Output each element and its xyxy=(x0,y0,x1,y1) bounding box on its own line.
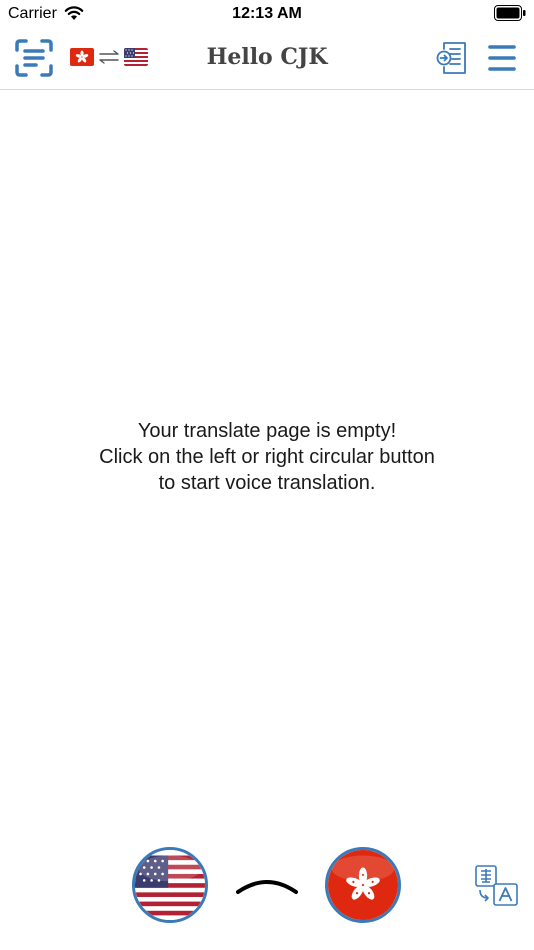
empty-state-line: to start voice translation. xyxy=(158,472,376,494)
character-translate-icon[interactable] xyxy=(474,864,520,908)
swap-arrows-icon xyxy=(99,50,119,64)
us-flag-icon xyxy=(124,48,148,66)
english-voice-button[interactable] xyxy=(132,847,208,923)
hamburger-menu-icon[interactable] xyxy=(487,42,517,74)
chevron-up-icon[interactable] xyxy=(236,874,298,896)
empty-state-message: Your translate page is empty! Click on t… xyxy=(0,418,534,496)
navigation-bar: Hello CJK xyxy=(0,30,534,90)
hong-kong-flag-icon xyxy=(328,850,398,920)
status-bar: Carrier 12:13 AM xyxy=(0,0,534,30)
battery-full-icon xyxy=(494,5,526,21)
empty-state-line: Click on the left or right circular butt… xyxy=(99,446,435,468)
clock: 12:13 AM xyxy=(232,5,302,22)
us-flag-icon xyxy=(135,850,205,920)
cantonese-voice-button[interactable] xyxy=(325,847,401,923)
language-pair-toggle[interactable] xyxy=(70,46,148,68)
text-scan-icon[interactable] xyxy=(14,38,54,78)
bottom-toolbar xyxy=(0,840,534,950)
hong-kong-flag-icon xyxy=(70,48,94,66)
empty-state-line: Your translate page is empty! xyxy=(137,420,397,442)
document-import-icon[interactable] xyxy=(435,40,469,76)
